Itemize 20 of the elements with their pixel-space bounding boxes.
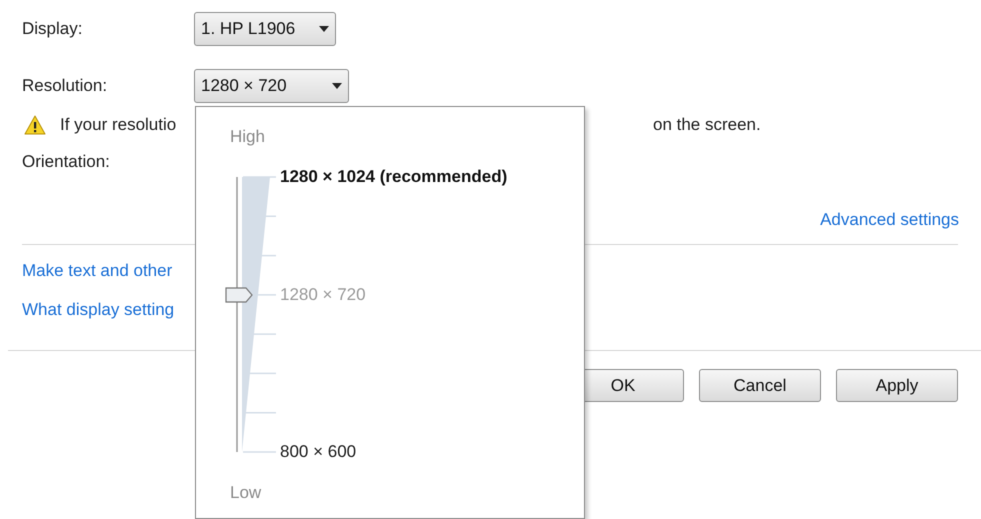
resolution-label: Resolution:	[22, 76, 108, 96]
display-label: Display:	[22, 19, 84, 39]
help-link[interactable]: What display setting	[22, 300, 174, 320]
caret-icon	[332, 83, 342, 89]
orientation-label: Orientation:	[22, 152, 111, 172]
warning-text: on the screen.	[653, 115, 761, 135]
advanced-settings-link[interactable]: Advanced settings	[820, 210, 959, 230]
help-link[interactable]: Make text and other	[22, 261, 172, 281]
caret-icon	[319, 26, 329, 32]
low-label: Low	[230, 483, 262, 503]
display-dropdown[interactable]: 1. HP L1906	[194, 12, 336, 46]
resolution-option[interactable]: 1280 × 1024 (recommended)	[280, 167, 508, 187]
resolution-dropdown[interactable]: 1280 × 720	[194, 69, 349, 103]
cancel-button[interactable]: Cancel	[699, 369, 821, 402]
apply-button[interactable]: Apply	[836, 369, 958, 402]
slider-thumb[interactable]	[224, 287, 254, 304]
warning-icon	[24, 115, 46, 135]
warning-text: If your resolutio	[60, 115, 178, 135]
resolution-option[interactable]: 800 × 600	[280, 442, 356, 462]
high-label: High	[230, 127, 265, 147]
